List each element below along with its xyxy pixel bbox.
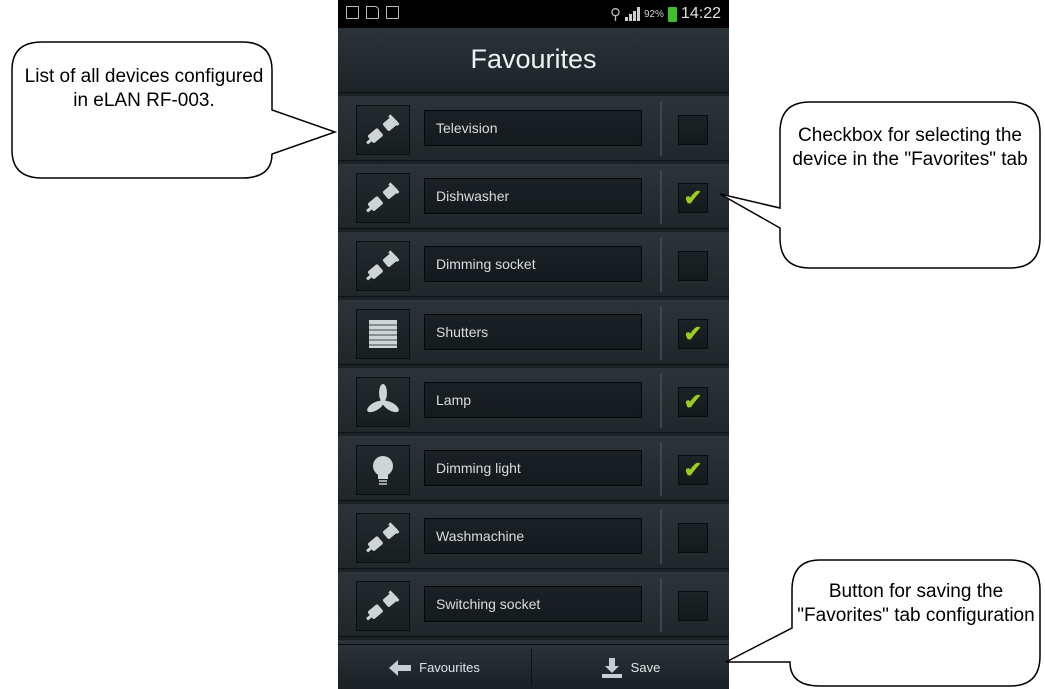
socket-plug-icon[interactable] [356,581,410,631]
battery-percent: 92% [643,8,664,20]
device-row[interactable]: Shutters ✔ [338,300,729,365]
favorite-checkbox[interactable]: ✔ [678,455,708,485]
bottom-bar: Favourites Save [338,644,729,689]
device-name-field[interactable]: Lamp [424,382,642,418]
save-label: Save [630,660,661,675]
row-divider [660,442,662,496]
lightbulb-icon[interactable] [356,445,410,495]
socket-plug-icon[interactable] [356,173,410,223]
arrow-left-icon [389,659,412,676]
row-divider [660,170,662,224]
back-favourites-button[interactable]: Favourites [338,645,531,689]
save-button[interactable]: Save [532,645,729,689]
row-divider [660,306,662,360]
callout-checkbox-text: Checkbox for selecting the device in the… [792,125,1028,170]
device-row[interactable]: Switching socket [338,572,729,637]
clipboard-check-icon [386,6,399,19]
checkmark-icon: ✔ [683,389,703,414]
callout-save: Button for saving the "Favorites" tab co… [720,558,1044,689]
device-name-field[interactable]: Dishwasher [424,178,642,214]
row-divider [660,102,662,156]
socket-plug-icon[interactable] [356,105,410,155]
signal-icon [624,7,640,21]
favorite-checkbox[interactable]: ✔ [678,387,708,417]
checkmark-icon: ✔ [683,321,703,346]
device-name-field[interactable]: Shutters [424,314,642,350]
favorite-checkbox[interactable]: ✔ [678,183,708,213]
device-name-field[interactable]: Switching socket [424,586,642,622]
checkmark-icon: ✔ [683,185,703,210]
status-bar: ⚲ 92% 14:22 [338,0,729,28]
device-name-field[interactable]: Television [424,110,642,146]
callout-checkbox: Checkbox for selecting the device in the… [712,100,1042,272]
battery-icon [667,6,677,22]
save-download-icon [601,657,622,678]
row-divider [660,374,662,428]
favorite-checkbox[interactable]: ✔ [678,319,708,349]
checkmark-icon: ✔ [683,457,703,482]
socket-plug-icon[interactable] [356,241,410,291]
device-row[interactable]: Television [338,96,729,161]
favorite-checkbox[interactable] [678,523,708,553]
status-time: 14:22 [680,5,721,22]
document-icon [366,6,379,19]
device-row[interactable]: Dimming light ✔ [338,436,729,501]
device-row[interactable]: Dimming socket [338,232,729,297]
row-divider [660,238,662,292]
callout-device-list: List of all devices configured in eLAN R… [10,40,340,180]
device-name-field[interactable]: Dimming light [424,450,642,486]
callout-save-text: Button for saving the "Favorites" tab co… [797,581,1035,626]
callout-device-list-text: List of all devices configured in eLAN R… [24,66,264,111]
device-row[interactable]: Washmachine [338,504,729,569]
row-divider [660,510,662,564]
wifi-icon: ⚲ [609,6,621,23]
favorite-checkbox[interactable] [678,251,708,281]
device-list[interactable]: Television Dishwasher ✔ Dimming socket Shutt… [338,93,729,644]
device-name-field[interactable]: Washmachine [424,518,642,554]
fan-icon[interactable] [356,377,410,427]
shutters-icon[interactable] [356,309,410,359]
device-name-field[interactable]: Dimming socket [424,246,642,282]
row-divider [660,578,662,632]
image-icon [346,6,359,19]
favorite-checkbox[interactable] [678,591,708,621]
phone-screen: ⚲ 92% 14:22 Favourites Television Dishwas… [338,0,729,689]
device-row[interactable]: Lamp ✔ [338,368,729,433]
socket-plug-icon[interactable] [356,513,410,563]
title-bar: Favourites [338,28,729,93]
favorite-checkbox[interactable] [678,115,708,145]
device-row[interactable]: Dishwasher ✔ [338,164,729,229]
back-favourites-label: Favourites [419,660,480,675]
page-title: Favourites [470,44,597,74]
